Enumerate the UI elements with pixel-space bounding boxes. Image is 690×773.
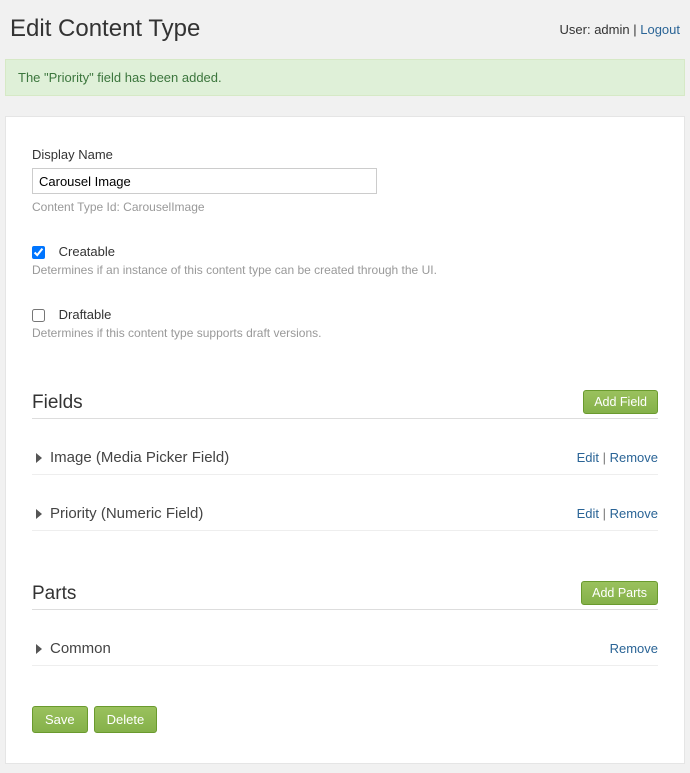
chevron-right-icon: [36, 509, 42, 519]
user-name: admin: [594, 22, 629, 37]
page-title: Edit Content Type: [10, 15, 200, 43]
add-field-button[interactable]: Add Field: [583, 390, 658, 414]
parts-section: Parts Add Parts Common Remove: [32, 581, 658, 666]
field-remove-link[interactable]: Remove: [610, 506, 658, 521]
field-label: Priority (Numeric Field): [50, 505, 203, 522]
footer-actions: Save Delete: [32, 706, 658, 733]
field-row: Priority (Numeric Field) Edit | Remove: [32, 493, 658, 531]
fields-title: Fields: [32, 392, 83, 414]
action-sep: |: [599, 506, 610, 521]
success-notice: The "Priority" field has been added.: [5, 59, 685, 96]
field-row: Image (Media Picker Field) Edit | Remove: [32, 437, 658, 475]
field-edit-link[interactable]: Edit: [577, 506, 599, 521]
draftable-label: Draftable: [59, 307, 112, 322]
action-sep: |: [599, 450, 610, 465]
field-toggle[interactable]: Image (Media Picker Field): [32, 449, 229, 466]
display-name-input[interactable]: [32, 168, 377, 194]
add-parts-button[interactable]: Add Parts: [581, 581, 658, 605]
draftable-row: Draftable Determines if this content typ…: [32, 307, 658, 340]
user-sep: |: [630, 22, 641, 37]
page-header: Edit Content Type User: admin | Logout: [5, 5, 685, 59]
draftable-hint: Determines if this content type supports…: [32, 326, 658, 340]
user-prefix: User:: [560, 22, 595, 37]
draftable-checkbox[interactable]: [32, 309, 45, 322]
save-button[interactable]: Save: [32, 706, 88, 733]
creatable-checkbox[interactable]: [32, 246, 45, 259]
logout-link[interactable]: Logout: [640, 22, 680, 37]
chevron-right-icon: [36, 644, 42, 654]
part-label: Common: [50, 640, 111, 657]
part-row: Common Remove: [32, 628, 658, 666]
field-toggle[interactable]: Priority (Numeric Field): [32, 505, 203, 522]
parts-title: Parts: [32, 583, 76, 605]
field-label: Image (Media Picker Field): [50, 449, 229, 466]
delete-button[interactable]: Delete: [94, 706, 158, 733]
fields-section: Fields Add Field Image (Media Picker Fie…: [32, 390, 658, 531]
creatable-row: Creatable Determines if an instance of t…: [32, 244, 658, 277]
user-area: User: admin | Logout: [560, 22, 680, 37]
creatable-label: Creatable: [59, 244, 115, 259]
part-toggle[interactable]: Common: [32, 640, 111, 657]
creatable-hint: Determines if an instance of this conten…: [32, 263, 658, 277]
field-remove-link[interactable]: Remove: [610, 450, 658, 465]
chevron-right-icon: [36, 453, 42, 463]
content-type-id-hint: Content Type Id: CarouselImage: [32, 200, 658, 214]
content-card: Display Name Content Type Id: CarouselIm…: [5, 116, 685, 764]
display-name-label: Display Name: [32, 147, 658, 162]
part-remove-link[interactable]: Remove: [610, 641, 658, 656]
field-edit-link[interactable]: Edit: [577, 450, 599, 465]
